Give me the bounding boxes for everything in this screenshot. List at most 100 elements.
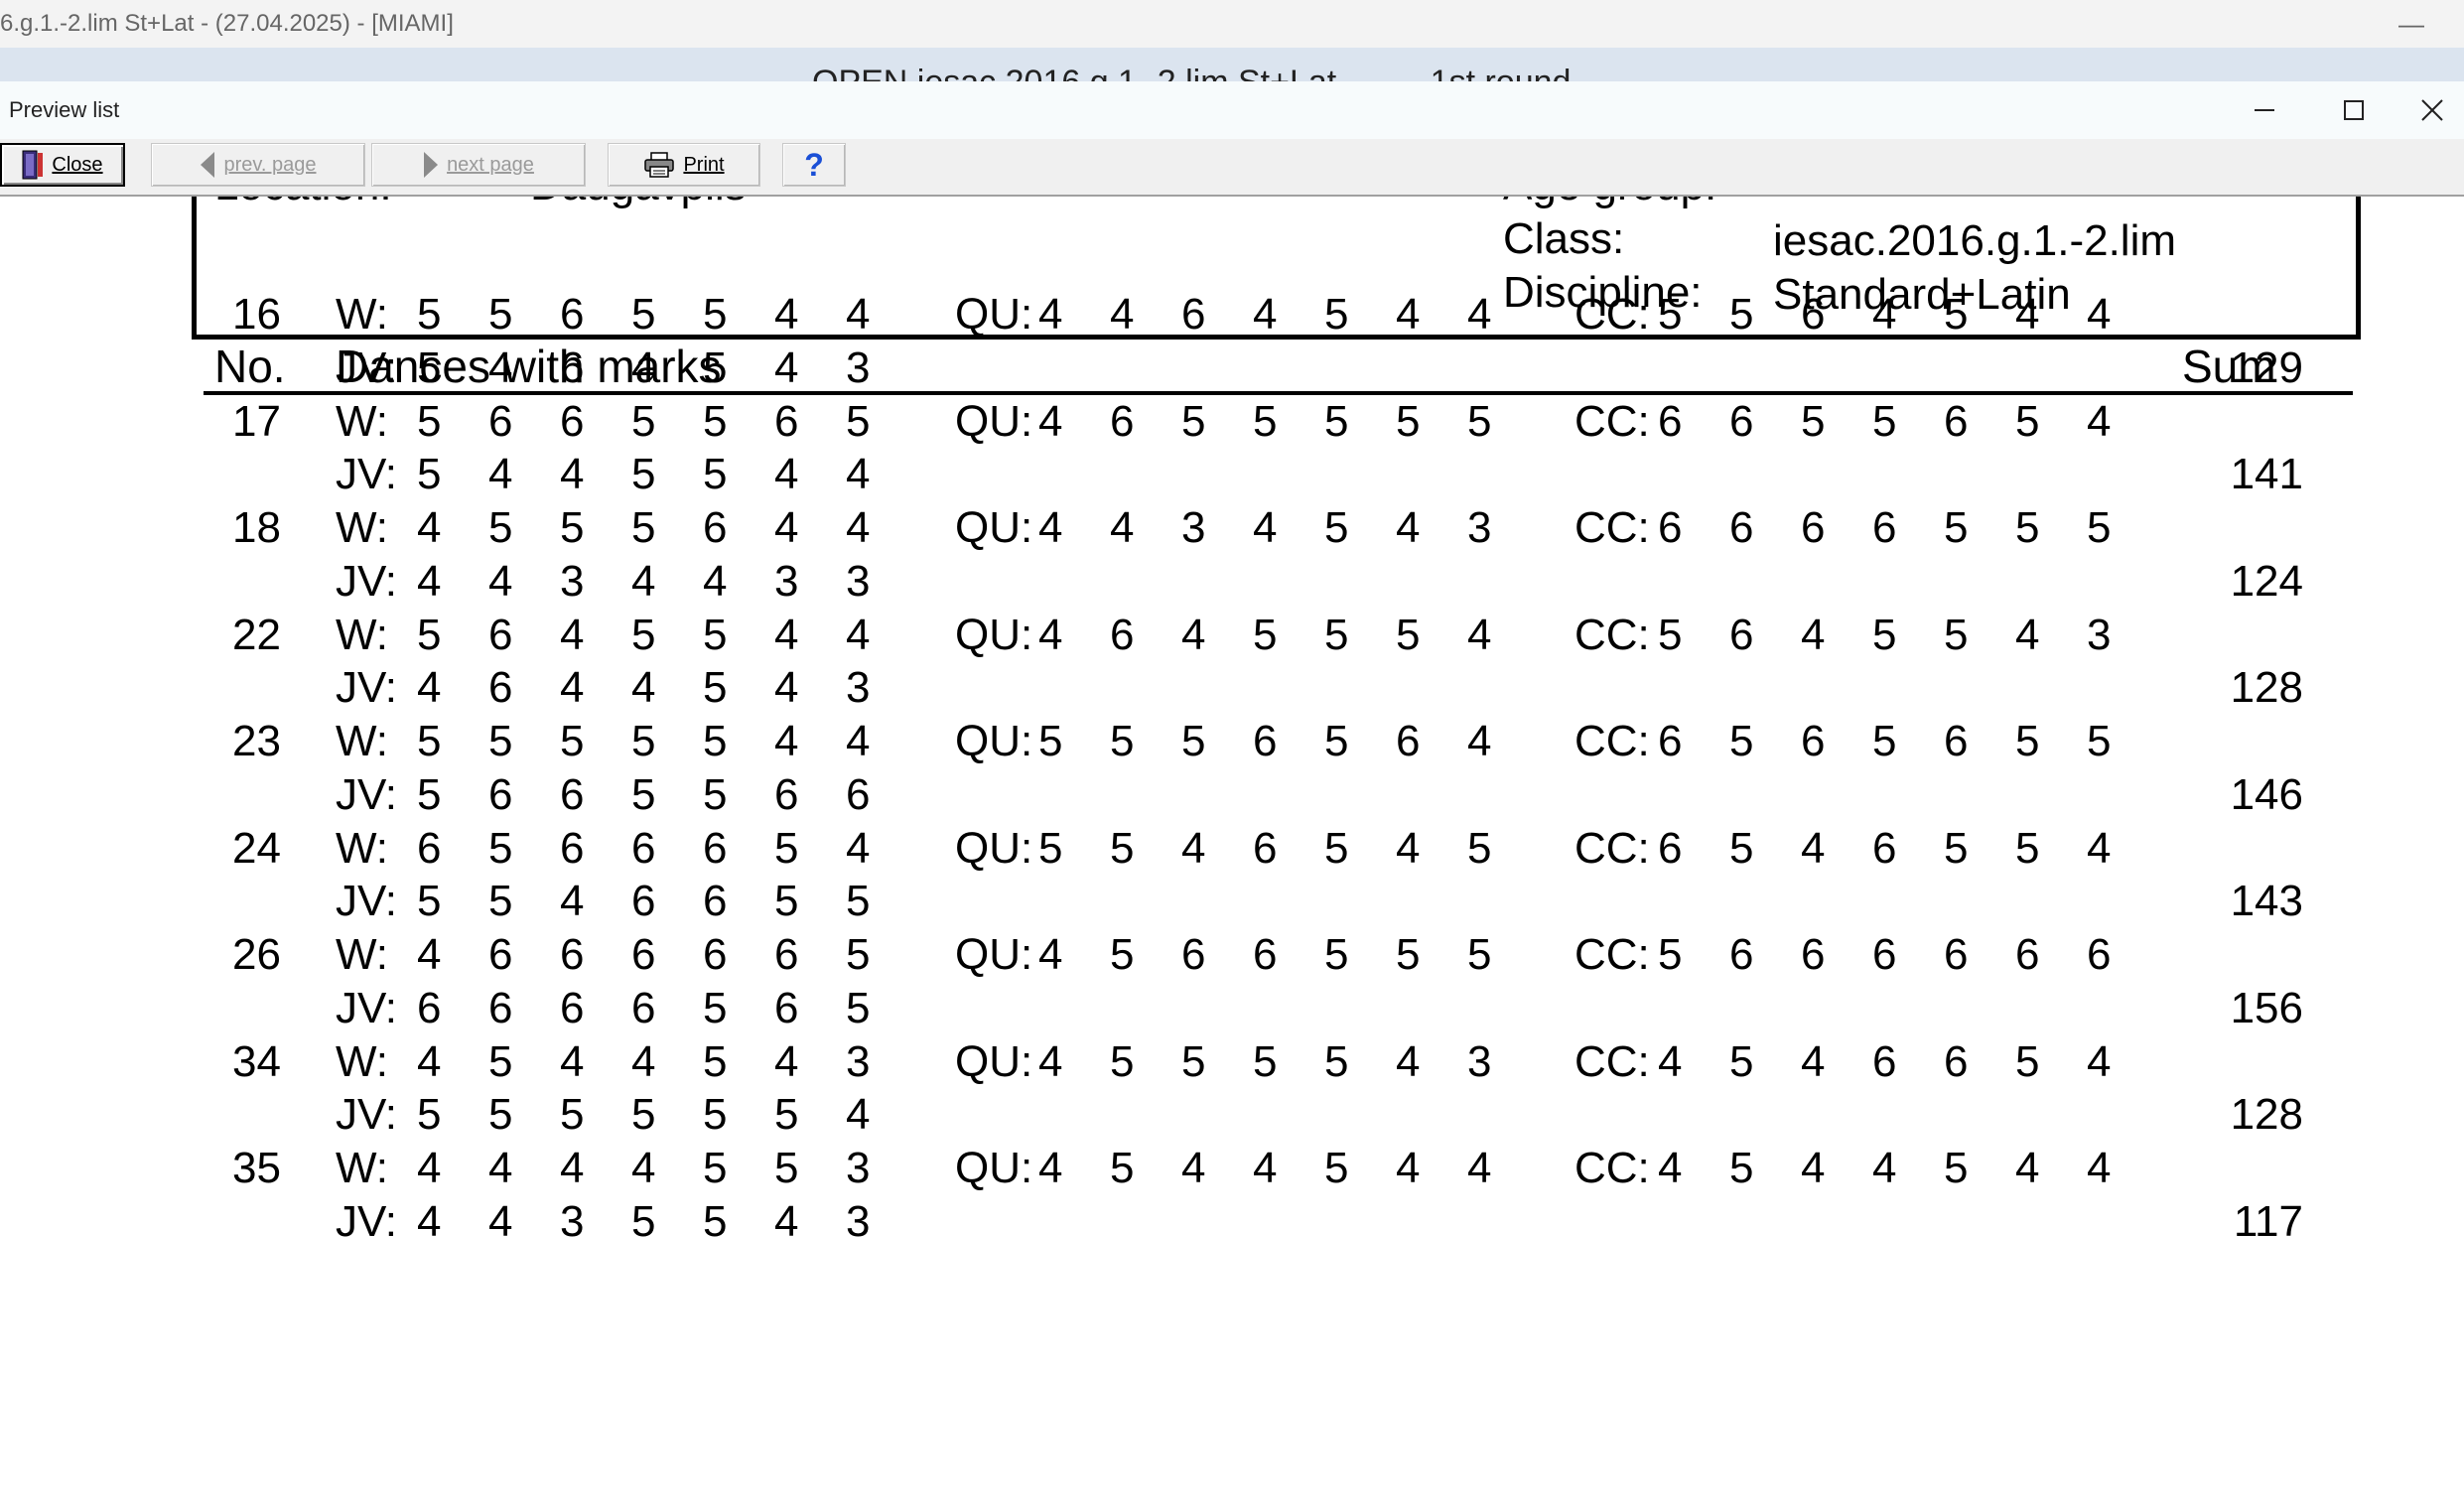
mark-cc: 6 — [1729, 930, 1754, 979]
mark-cc: 6 — [1801, 503, 1826, 552]
mark-qu: 5 — [1110, 717, 1135, 765]
mark-w: 6 — [488, 396, 513, 446]
mark-jv: 3 — [846, 342, 871, 392]
mark-jv: 4 — [417, 663, 442, 712]
mark-jv: 5 — [703, 983, 728, 1032]
mark-cc: 6 — [2015, 930, 2040, 979]
mark-cc: 5 — [2015, 503, 2040, 552]
maximize-button[interactable] — [2309, 81, 2398, 139]
mark-cc: 4 — [1801, 823, 1826, 873]
mark-w: 5 — [488, 823, 513, 873]
dance-label-jv: JV: — [336, 877, 397, 925]
dance-label-qu: QU: — [955, 610, 1033, 659]
mark-w: 4 — [774, 610, 799, 659]
dance-label-jv: JV: — [336, 342, 397, 392]
mark-w: 5 — [488, 717, 513, 765]
mark-cc: 4 — [1801, 1036, 1826, 1086]
next-page-button[interactable]: next page — [371, 143, 586, 187]
mark-qu: 5 — [1396, 930, 1421, 979]
dance-label-jv: JV: — [336, 1090, 397, 1139]
sum-value: 143 — [2230, 877, 2303, 925]
mark-qu: 5 — [1181, 717, 1206, 765]
mark-w: 5 — [631, 610, 656, 659]
mark-cc: 5 — [1729, 717, 1754, 765]
minimize-button[interactable] — [2220, 81, 2309, 139]
mark-jv: 5 — [703, 1196, 728, 1246]
arrow-right-icon — [423, 150, 439, 180]
dance-label-cc: CC: — [1574, 290, 1650, 339]
mark-cc: 4 — [2015, 1144, 2040, 1192]
mark-jv: 5 — [631, 1090, 656, 1139]
mark-jv: 3 — [846, 1196, 871, 1246]
sum-value: 128 — [2230, 1090, 2303, 1139]
sum-value: 146 — [2230, 769, 2303, 819]
mark-cc: 6 — [1944, 930, 1969, 979]
mark-w: 5 — [488, 290, 513, 339]
mark-qu: 5 — [1110, 1144, 1135, 1192]
mark-w: 5 — [774, 1144, 799, 1192]
mark-w: 6 — [560, 823, 585, 873]
close-button[interactable]: Close — [0, 143, 125, 187]
competitor-number: 24 — [232, 823, 281, 873]
dance-label-cc: CC: — [1574, 717, 1650, 765]
dance-label-w: W: — [336, 396, 388, 446]
mark-qu: 5 — [1467, 930, 1492, 979]
dance-label-cc: CC: — [1574, 1036, 1650, 1086]
mark-qu: 4 — [1467, 610, 1492, 659]
mark-cc: 6 — [1872, 823, 1897, 873]
mark-qu: 3 — [1467, 1036, 1492, 1086]
mark-qu: 6 — [1396, 717, 1421, 765]
mark-qu: 4 — [1181, 823, 1206, 873]
print-button[interactable]: Print — [608, 143, 760, 187]
mark-w: 5 — [703, 290, 728, 339]
column-header-no: No. — [214, 341, 286, 392]
dance-label-jv: JV: — [336, 983, 397, 1032]
competitor-number: 26 — [232, 930, 281, 979]
mark-qu: 5 — [1324, 396, 1349, 446]
mark-cc: 4 — [2015, 610, 2040, 659]
mark-w: 4 — [631, 1144, 656, 1192]
dance-label-jv: JV: — [336, 556, 397, 606]
mark-cc: 6 — [1872, 503, 1897, 552]
help-button[interactable]: ? — [782, 143, 846, 187]
dance-label-jv: JV: — [336, 450, 397, 498]
mark-cc: 5 — [1944, 1144, 1969, 1192]
mark-jv: 3 — [774, 556, 799, 606]
mark-w: 6 — [488, 930, 513, 979]
mark-qu: 5 — [1253, 610, 1278, 659]
mark-w: 4 — [846, 823, 871, 873]
mark-qu: 4 — [1396, 290, 1421, 339]
mark-qu: 5 — [1253, 1036, 1278, 1086]
mark-jv: 6 — [560, 769, 585, 819]
dance-label-qu: QU: — [955, 717, 1033, 765]
mark-w: 5 — [560, 503, 585, 552]
mark-cc: 4 — [2087, 1144, 2112, 1192]
mark-qu: 4 — [1038, 930, 1063, 979]
mark-jv: 5 — [417, 877, 442, 925]
mark-w: 4 — [417, 930, 442, 979]
mark-w: 5 — [703, 396, 728, 446]
mark-jv: 3 — [560, 1196, 585, 1246]
report-preview: Location: Daugavpils Age group: Class: i… — [0, 197, 2464, 1503]
mark-cc: 5 — [1729, 290, 1754, 339]
mark-w: 4 — [488, 1144, 513, 1192]
mark-jv: 5 — [631, 1196, 656, 1246]
mark-w: 4 — [631, 1036, 656, 1086]
mark-qu: 6 — [1181, 930, 1206, 979]
background-minimize-icon[interactable]: — — [2398, 0, 2424, 48]
close-button-label: Close — [52, 153, 103, 176]
mark-cc: 5 — [1944, 610, 1969, 659]
close-window-button[interactable] — [2400, 81, 2464, 139]
mark-jv: 4 — [846, 1090, 871, 1139]
mark-cc: 6 — [1658, 717, 1683, 765]
mark-qu: 3 — [1181, 503, 1206, 552]
prev-page-button[interactable]: prev. page — [151, 143, 365, 187]
mark-jv: 4 — [774, 450, 799, 498]
mark-jv: 5 — [631, 450, 656, 498]
mark-cc: 4 — [1658, 1144, 1683, 1192]
mark-w: 5 — [703, 717, 728, 765]
dance-label-w: W: — [336, 823, 388, 873]
mark-qu: 4 — [1253, 290, 1278, 339]
mark-qu: 5 — [1324, 1144, 1349, 1192]
mark-qu: 4 — [1396, 1036, 1421, 1086]
